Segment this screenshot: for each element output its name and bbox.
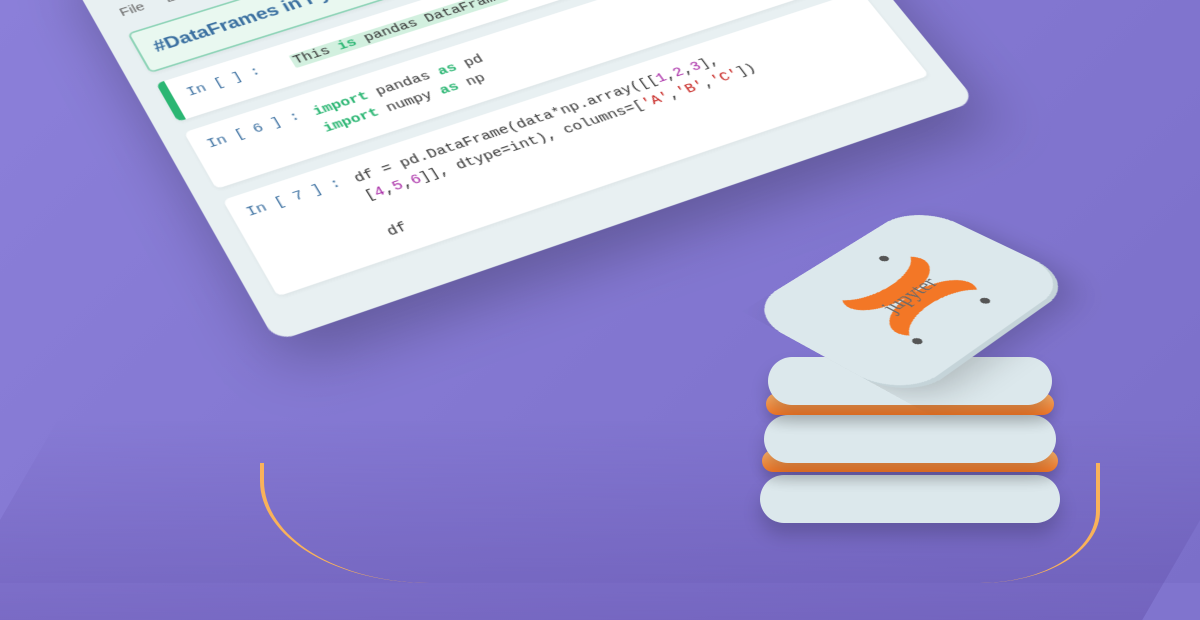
cable <box>260 463 600 583</box>
stack-layer <box>764 415 1056 463</box>
cell-prompt: In [ 6 ] : <box>204 109 303 151</box>
cell-prompt: In [ ] : <box>184 59 281 100</box>
jupyter-icon: jupyter <box>825 248 995 346</box>
server-stack: jupyter <box>730 195 1090 535</box>
stack-layer <box>760 475 1060 523</box>
menu-file[interactable]: File <box>117 0 148 19</box>
menu-edit[interactable]: Edit <box>162 0 194 5</box>
cell-prompt: In [ 7 ] : <box>243 176 344 220</box>
